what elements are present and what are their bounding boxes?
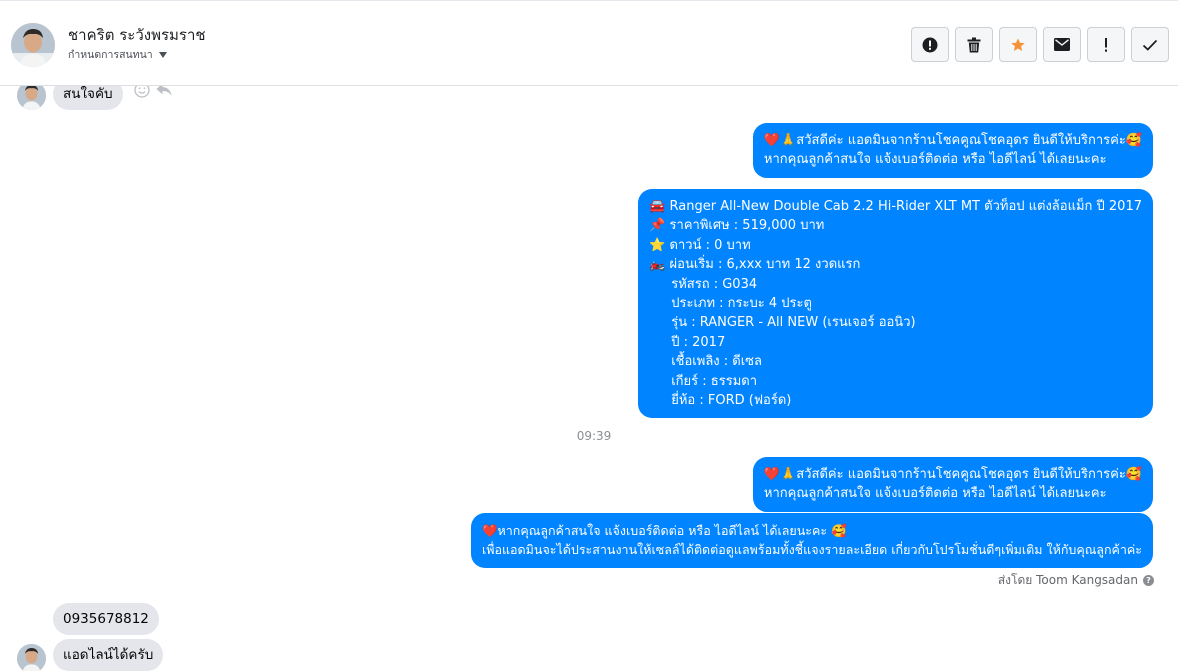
help-icon[interactable]: ? (1143, 575, 1154, 586)
listing-type: ประเภท : กระบะ 4 ประตู (671, 296, 812, 312)
listing-price: 📌 ราคาพิเศษ : 519,000 บาท (649, 218, 825, 234)
react-emoji-icon[interactable] (134, 86, 150, 98)
contact-name[interactable]: ชาคริต ระวังพรมราช (68, 23, 206, 47)
delete-button[interactable] (955, 27, 993, 62)
star-icon (1011, 37, 1025, 51)
message-text: สนใจคับ (63, 86, 113, 102)
listing-gear: เกียร์ : ธรรมดา (671, 373, 758, 389)
done-icon (1142, 39, 1158, 51)
mail-icon (1054, 38, 1070, 51)
listing-brand: ยี่ห้อ : FORD (ฟอร์ด) (671, 393, 792, 409)
message-timestamp: 09:39 (576, 429, 612, 443)
message-line: ❤️🙏สวัสดีค่ะ แอดมินจากร้านโชคคูณโชคอุดร … (763, 133, 1142, 148)
message-line: ❤️🙏สวัสดีค่ะ แอดมินจากร้านโชคคูณโชคอุดร … (763, 467, 1142, 482)
incoming-message[interactable]: สนใจคับ (53, 86, 123, 110)
outgoing-message-followup[interactable]: ❤️หากคุณลูกค้าสนใจ แจ้งเบอร์ติดต่อ หรือ … (470, 513, 1153, 568)
incoming-message[interactable]: แอดไลน์ได้ครับ (53, 639, 164, 671)
manage-conversation-dropdown[interactable]: กำหนดการสนทนา (68, 46, 167, 63)
manage-conversation-label: กำหนดการสนทนา (68, 49, 153, 61)
priority-button[interactable] (1087, 27, 1125, 62)
listing-installment: 🏍️ ผ่อนเริ่ม : 6,xxx บาท 12 งวดแรก (649, 257, 861, 273)
mark-unread-button[interactable] (1043, 27, 1081, 62)
message-thread[interactable]: สนใจคับ ❤️🙏สวัสดีค่ะ แอดมินจากร้านโชคคูณ… (0, 86, 1178, 671)
outgoing-message-greeting[interactable]: ❤️🙏สวัสดีค่ะ แอดมินจากร้านโชคคูณโชคอุดร … (752, 123, 1153, 178)
listing-down-payment: ⭐ ดาวน์ : 0 บาท (649, 237, 751, 253)
contact-avatar-small (17, 86, 46, 110)
message-text: 0935678812 (63, 611, 149, 627)
caret-down-icon (158, 51, 167, 58)
star-button[interactable] (999, 27, 1037, 62)
message-line: เพื่อแอดมินจะได้ประสานงานให้เซลล์ได้ติดต… (481, 542, 1142, 558)
outgoing-message-car-listing[interactable]: 🚘 Ranger All-New Double Cab 2.2 Hi-Rider… (638, 189, 1153, 419)
conversation-header: ชาคริต ระวังพรมราช กำหนดการสนทนา (0, 0, 1178, 86)
contact-avatar-small (17, 644, 46, 671)
trash-icon (967, 37, 981, 52)
incoming-message[interactable]: 0935678812 (53, 603, 159, 635)
sent-by-text: ส่งโดย Toom Kangsadan (997, 573, 1138, 587)
mark-done-button[interactable] (1131, 27, 1169, 62)
listing-code: รหัสรถ : G034 (671, 276, 758, 292)
listing-model: รุ่น : RANGER - All NEW (เรนเจอร์ ออนิว) (671, 315, 916, 331)
listing-year: ปี : 2017 (671, 334, 726, 350)
message-line: ❤️หากคุณลูกค้าสนใจ แจ้งเบอร์ติดต่อ หรือ … (481, 523, 847, 538)
sent-by-label: ส่งโดย Toom Kangsadan ? (998, 571, 1154, 590)
message-line: หากคุณลูกค้าสนใจ แจ้งเบอร์ติดต่อ หรือ ไอ… (763, 486, 1107, 502)
report-button[interactable] (911, 27, 949, 62)
listing-fuel: เชื้อเพลิง : ดีเซล (671, 354, 762, 370)
conversation-toolbar (911, 27, 1169, 62)
message-line: หากคุณลูกค้าสนใจ แจ้งเบอร์ติดต่อ หรือ ไอ… (763, 152, 1107, 168)
reply-icon[interactable] (156, 86, 172, 97)
message-text: แอดไลน์ได้ครับ (63, 647, 154, 663)
listing-title: 🚘 Ranger All-New Double Cab 2.2 Hi-Rider… (649, 199, 1142, 214)
contact-avatar[interactable] (11, 23, 55, 67)
outgoing-message-greeting[interactable]: ❤️🙏สวัสดีค่ะ แอดมินจากร้านโชคคูณโชคอุดร … (752, 457, 1153, 512)
report-icon (922, 37, 938, 52)
priority-icon (1105, 37, 1107, 52)
